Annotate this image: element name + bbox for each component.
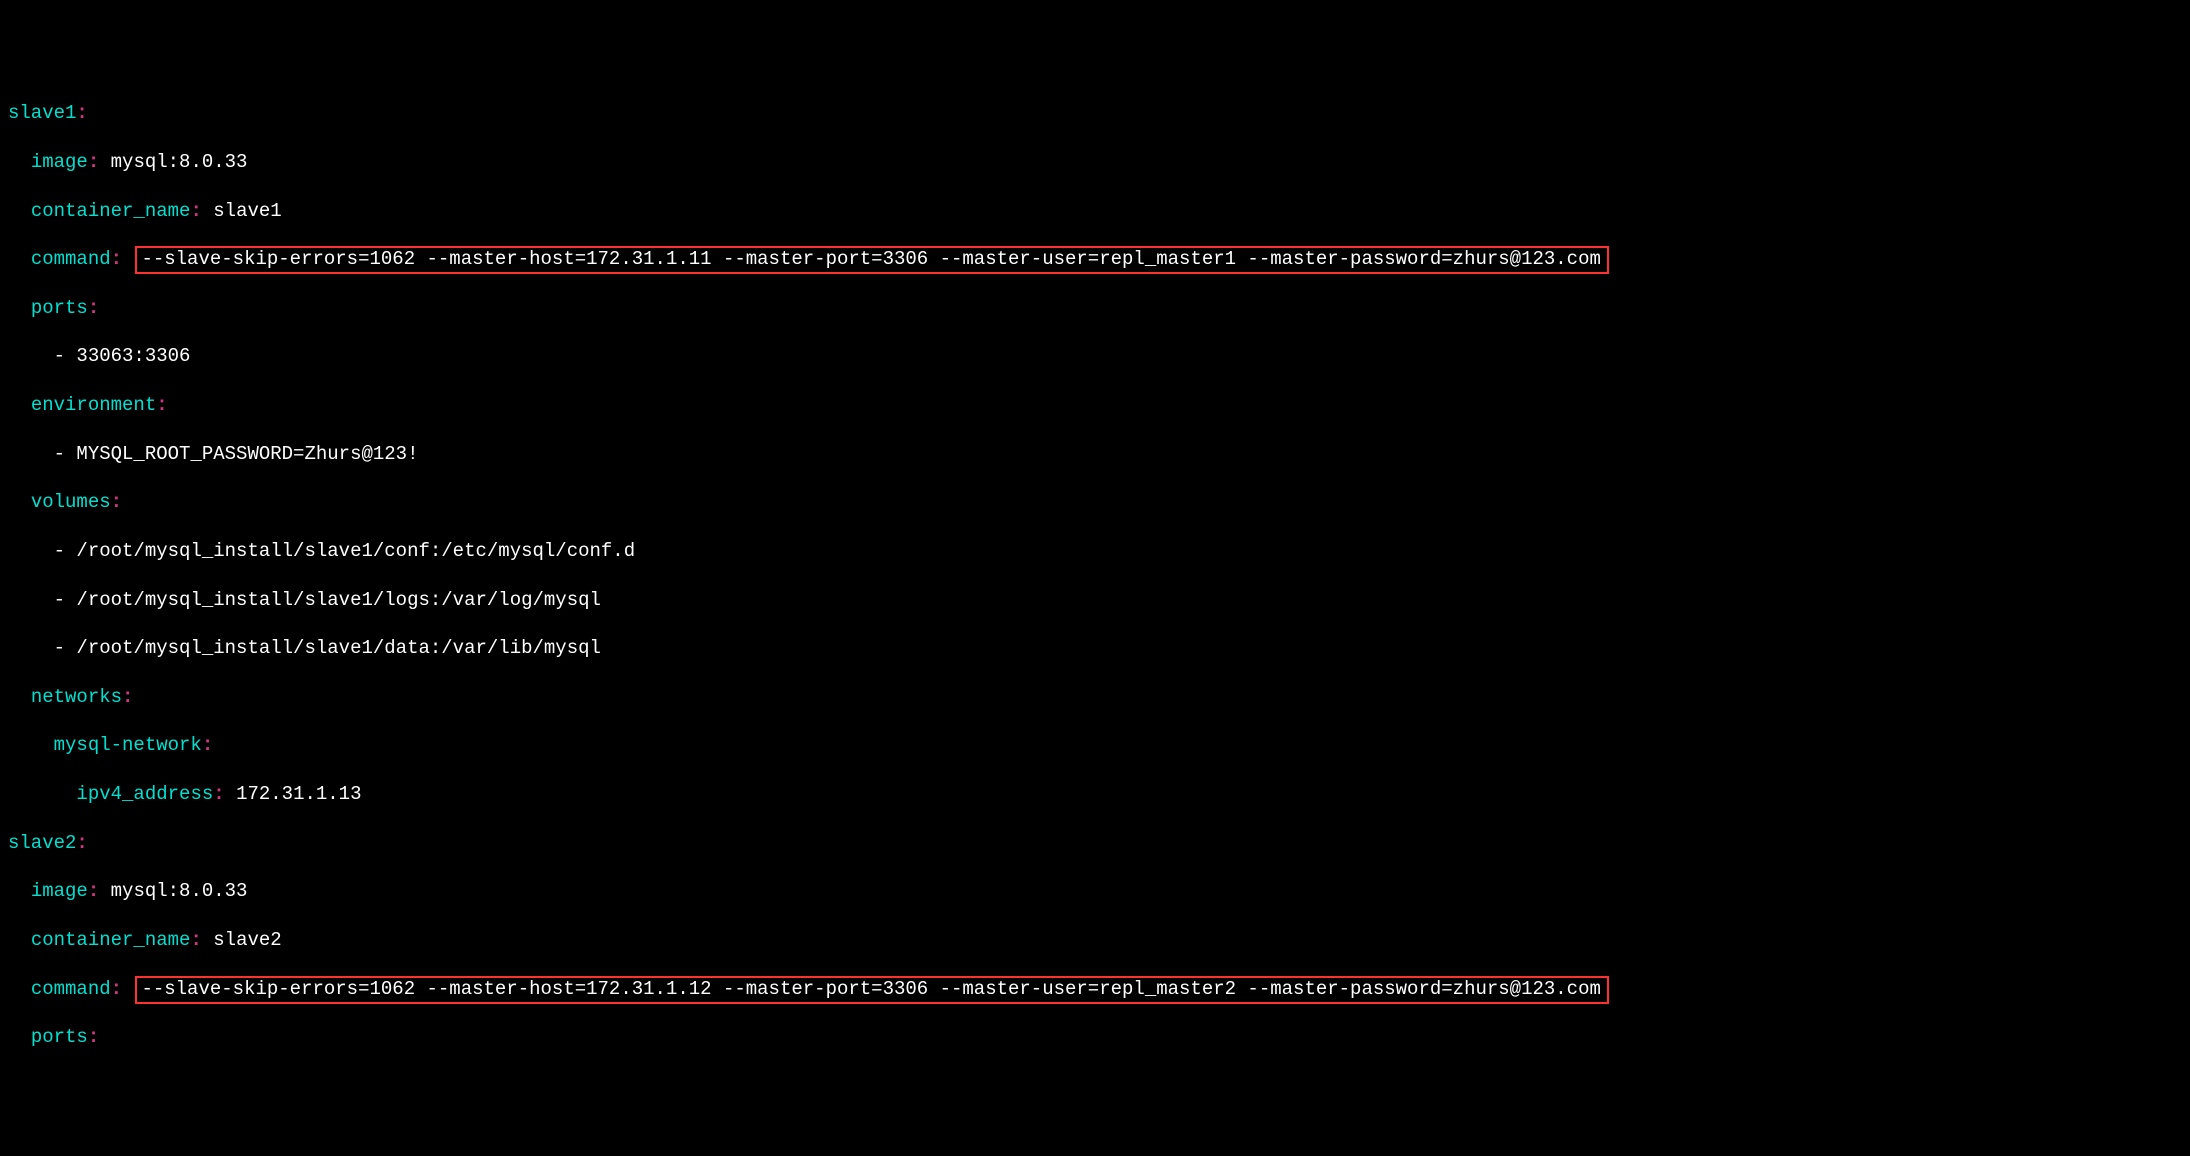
yaml-value: MYSQL_ROOT_PASSWORD=Zhurs@123! bbox=[76, 443, 418, 465]
yaml-line-network-name: mysql-network: bbox=[8, 733, 2182, 757]
yaml-line-ports: ports: bbox=[8, 296, 2182, 320]
yaml-value: 172.31.1.13 bbox=[236, 783, 361, 805]
yaml-line-service-slave2: slave2: bbox=[8, 831, 2182, 855]
yaml-line-networks: networks: bbox=[8, 685, 2182, 709]
yaml-value: /root/mysql_install/slave1/data:/var/lib… bbox=[76, 637, 601, 659]
yaml-colon: : bbox=[88, 1026, 99, 1048]
yaml-key: ports bbox=[31, 297, 88, 319]
yaml-dash: - bbox=[54, 345, 65, 367]
yaml-key: slave2 bbox=[8, 832, 76, 854]
highlight-box: --slave-skip-errors=1062 --master-host=1… bbox=[135, 246, 1608, 274]
yaml-key: ipv4_address bbox=[76, 783, 213, 805]
yaml-line-list-item: - /root/mysql_install/slave1/conf:/etc/m… bbox=[8, 539, 2182, 563]
yaml-key: mysql-network bbox=[54, 734, 202, 756]
yaml-colon: : bbox=[213, 783, 224, 805]
yaml-line-service-slave1: slave1: bbox=[8, 101, 2182, 125]
yaml-colon: : bbox=[156, 394, 167, 416]
yaml-key: ports bbox=[31, 1026, 88, 1048]
yaml-line-command: command: --slave-skip-errors=1062 --mast… bbox=[8, 977, 2182, 1001]
yaml-key: container_name bbox=[31, 929, 191, 951]
yaml-line-container-name: container_name: slave2 bbox=[8, 928, 2182, 952]
yaml-value: /root/mysql_install/slave1/conf:/etc/mys… bbox=[76, 540, 635, 562]
yaml-dash: - bbox=[54, 540, 65, 562]
yaml-colon: : bbox=[88, 880, 99, 902]
yaml-key: image bbox=[31, 880, 88, 902]
yaml-line-command: command: --slave-skip-errors=1062 --mast… bbox=[8, 247, 2182, 271]
yaml-colon: : bbox=[88, 297, 99, 319]
yaml-line-volumes: volumes: bbox=[8, 490, 2182, 514]
yaml-dash: - bbox=[54, 589, 65, 611]
yaml-value: /root/mysql_install/slave1/logs:/var/log… bbox=[76, 589, 601, 611]
highlight-box: --slave-skip-errors=1062 --master-host=1… bbox=[135, 976, 1608, 1004]
yaml-key: volumes bbox=[31, 491, 111, 513]
yaml-line-list-item: - MYSQL_ROOT_PASSWORD=Zhurs@123! bbox=[8, 442, 2182, 466]
yaml-colon: : bbox=[122, 686, 133, 708]
yaml-key: command bbox=[31, 248, 111, 270]
yaml-line-image: image: mysql:8.0.33 bbox=[8, 879, 2182, 903]
yaml-line-ports: ports: bbox=[8, 1025, 2182, 1049]
yaml-value: --slave-skip-errors=1062 --master-host=1… bbox=[141, 978, 1600, 1000]
yaml-line-image: image: mysql:8.0.33 bbox=[8, 150, 2182, 174]
yaml-value: slave1 bbox=[213, 200, 281, 222]
yaml-line-list-item: - /root/mysql_install/slave1/logs:/var/l… bbox=[8, 588, 2182, 612]
yaml-line-list-item: - 33063:3306 bbox=[8, 344, 2182, 368]
yaml-colon: : bbox=[88, 151, 99, 173]
yaml-key: slave1 bbox=[8, 102, 76, 124]
yaml-line-list-item: - /root/mysql_install/slave1/data:/var/l… bbox=[8, 636, 2182, 660]
yaml-colon: : bbox=[76, 832, 87, 854]
yaml-key: networks bbox=[31, 686, 122, 708]
yaml-colon: : bbox=[111, 248, 122, 270]
yaml-value: --slave-skip-errors=1062 --master-host=1… bbox=[141, 248, 1600, 270]
yaml-line-ipv4: ipv4_address: 172.31.1.13 bbox=[8, 782, 2182, 806]
yaml-line-container-name: container_name: slave1 bbox=[8, 199, 2182, 223]
yaml-key: command bbox=[31, 978, 111, 1000]
yaml-colon: : bbox=[76, 102, 87, 124]
yaml-colon: : bbox=[111, 491, 122, 513]
yaml-key: image bbox=[31, 151, 88, 173]
yaml-value: 33063:3306 bbox=[76, 345, 190, 367]
yaml-line-environment: environment: bbox=[8, 393, 2182, 417]
yaml-key: container_name bbox=[31, 200, 191, 222]
yaml-colon: : bbox=[190, 200, 201, 222]
yaml-value: mysql:8.0.33 bbox=[111, 151, 248, 173]
yaml-colon: : bbox=[111, 978, 122, 1000]
yaml-value: mysql:8.0.33 bbox=[111, 880, 248, 902]
yaml-dash: - bbox=[54, 637, 65, 659]
yaml-dash: - bbox=[54, 443, 65, 465]
yaml-colon: : bbox=[202, 734, 213, 756]
yaml-key: environment bbox=[31, 394, 156, 416]
yaml-value: slave2 bbox=[213, 929, 281, 951]
yaml-colon: : bbox=[190, 929, 201, 951]
